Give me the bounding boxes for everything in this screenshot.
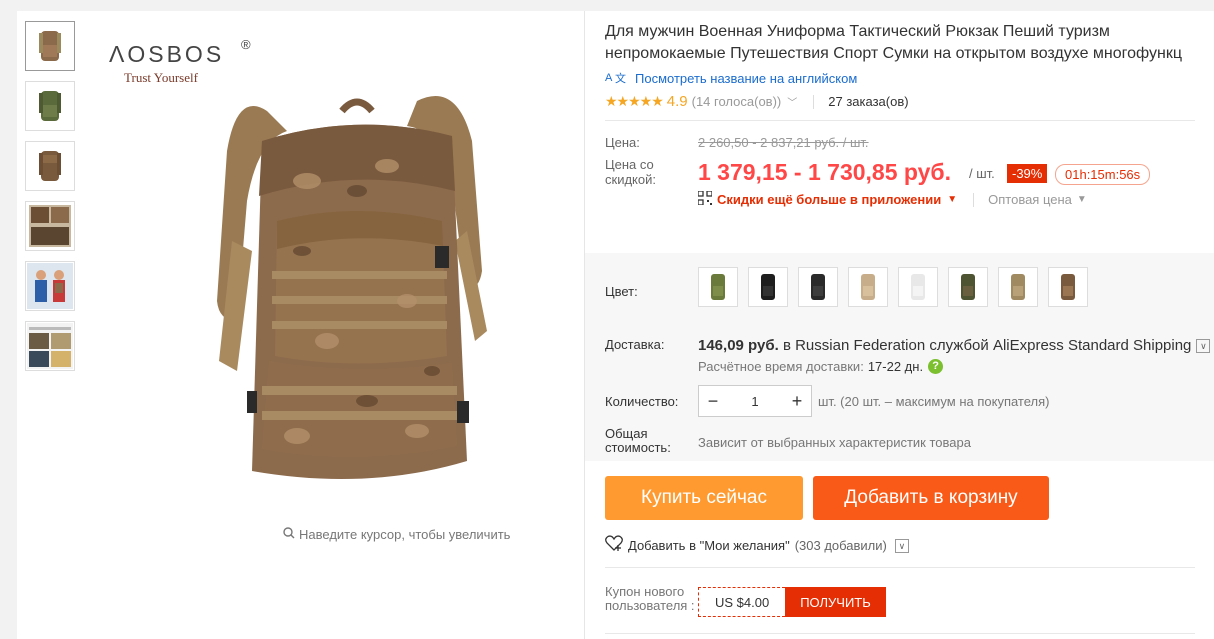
coupon-amount: US $4.00 (698, 587, 786, 617)
chevron-down-icon[interactable]: ﹀ (787, 94, 797, 109)
zoom-hint-text: Наведите курсор, чтобы увеличить (299, 527, 511, 542)
coupon: US $4.00 ПОЛУЧИТЬ (698, 587, 886, 617)
old-price: 2 260,50 - 2 837,21 руб. / шт. (698, 135, 869, 150)
shipping-text: в Russian Federation службой AliExpress … (778, 337, 1192, 354)
product-title: Для мужчин Военная Униформа Тактический … (605, 23, 1183, 62)
app-divider (973, 192, 975, 207)
thumbnail-5[interactable] (25, 261, 75, 311)
total-value: Зависит от выбранных характеристик товар… (698, 435, 971, 450)
delivery-estimate: Расчётное время доставки: 17-22 дн. ? (698, 359, 944, 374)
quantity-label: Количество: (605, 394, 679, 409)
translate-label: Посмотреть название на английском (635, 71, 858, 86)
divider (605, 567, 1195, 568)
quantity-input[interactable] (727, 393, 783, 409)
app-discount-link[interactable]: Скидки ещё больше в приложении (717, 192, 941, 207)
discount-price: 1 379,15 - 1 730,85 руб. (698, 159, 952, 185)
wishlist-label: Добавить в "Мои желания" (628, 538, 790, 553)
chevron-down-icon[interactable]: ∨ (894, 538, 909, 553)
add-to-cart-button[interactable]: Добавить в корзину (813, 476, 1049, 520)
color-swatch[interactable] (998, 267, 1038, 307)
search-icon (283, 527, 295, 542)
zoom-hint: Наведите курсор, чтобы увеличить (283, 527, 510, 542)
brand-name: ΛOSBOS (109, 41, 225, 67)
chevron-down-icon[interactable]: ▼ (1077, 194, 1087, 205)
thumbnail-2[interactable] (25, 81, 75, 131)
color-swatch[interactable] (1048, 267, 1088, 307)
quantity-increase-button[interactable]: + (783, 391, 811, 412)
chevron-down-icon[interactable]: ∨ (1196, 338, 1211, 353)
color-swatch[interactable] (798, 267, 838, 307)
chevron-down-icon[interactable]: ▼ (947, 194, 957, 205)
color-label: Цвет: (605, 284, 638, 299)
eta-label: Расчётное время доставки: (698, 359, 864, 374)
svg-text:A: A (605, 72, 613, 84)
app-discount-row: Скидки ещё больше в приложении ▼ Оптовая… (697, 190, 1087, 208)
thumbnail-strip (25, 21, 75, 381)
quantity-decrease-button[interactable]: − (699, 391, 727, 412)
wishlist-link[interactable]: Добавить в "Мои желания" (303 добавили) … (605, 535, 909, 556)
shipping-info: 146,09 руб. в Russian Federation службой… (698, 337, 1211, 354)
svg-text:文: 文 (615, 71, 626, 84)
rating-value: 4.9 (666, 93, 688, 110)
quantity-note: шт. (20 шт. – максимум на покупателя) (818, 394, 1050, 409)
countdown-timer: 01h:15m:56s (1055, 164, 1151, 185)
discount-badge: -39% (1007, 164, 1048, 183)
translate-link[interactable]: A文 Посмотреть название на английском (605, 70, 1195, 87)
shipping-label: Доставка: (605, 337, 665, 352)
thumbnail-4[interactable] (25, 201, 75, 251)
discount-price-label: Цена со скидкой: (605, 157, 656, 187)
color-swatch[interactable] (748, 267, 788, 307)
price-label: Цена: (605, 135, 640, 150)
eta-value: 17-22 дн. (867, 359, 924, 374)
translate-icon: A文 (605, 70, 629, 87)
backpack-image (217, 96, 487, 480)
heart-icon (605, 535, 623, 556)
product-info: Для мужчин Военная Униформа Тактический … (605, 21, 1195, 219)
per-unit: / шт. (969, 166, 995, 181)
shipping-price: 146,09 руб. (698, 337, 779, 354)
wishlist-count: (303 добавили) (794, 538, 887, 553)
total-label: Общая стоимость: (605, 426, 671, 455)
coupon-label: Купон нового пользователя : (605, 584, 695, 613)
options-panel: Цвет: Доставка: 146,09 руб. в Russian Fe… (585, 253, 1214, 461)
divider (605, 633, 1195, 634)
color-swatch[interactable] (848, 267, 888, 307)
color-swatch[interactable] (698, 267, 738, 307)
thumbnail-3[interactable] (25, 141, 75, 191)
rating-stars: ★★★★★ (605, 93, 664, 109)
rating-row: ★★★★★ 4.9 (14 голоса(ов)) ﹀ 27 заказа(ов… (605, 93, 1195, 110)
orders-count: 27 заказа(ов) (828, 94, 909, 109)
qr-icon (697, 190, 717, 208)
main-product-image[interactable]: ΛOSBOS ® Trust Yourself Наведите курсор,… (87, 21, 557, 542)
rating-votes[interactable]: (14 голоса(ов)) (692, 94, 782, 109)
product-page: ΛOSBOS ® Trust Yourself Наведите курсор,… (17, 11, 1214, 639)
rating-divider (813, 94, 815, 109)
get-coupon-button[interactable]: ПОЛУЧИТЬ (785, 587, 886, 617)
color-swatch[interactable] (898, 267, 938, 307)
color-swatch[interactable] (948, 267, 988, 307)
help-icon[interactable]: ? (928, 359, 944, 374)
price-block: Цена: 2 260,50 - 2 837,21 руб. / шт. Цен… (605, 121, 1195, 219)
thumbnail-6[interactable] (25, 321, 75, 371)
color-swatches (698, 267, 1088, 307)
wholesale-price-link[interactable]: Оптовая цена (988, 192, 1072, 207)
thumbnail-1[interactable] (25, 21, 75, 71)
brand-registered-mark: ® (241, 37, 251, 52)
buy-now-button[interactable]: Купить сейчас (605, 476, 803, 520)
quantity-stepper: − + (698, 385, 812, 417)
